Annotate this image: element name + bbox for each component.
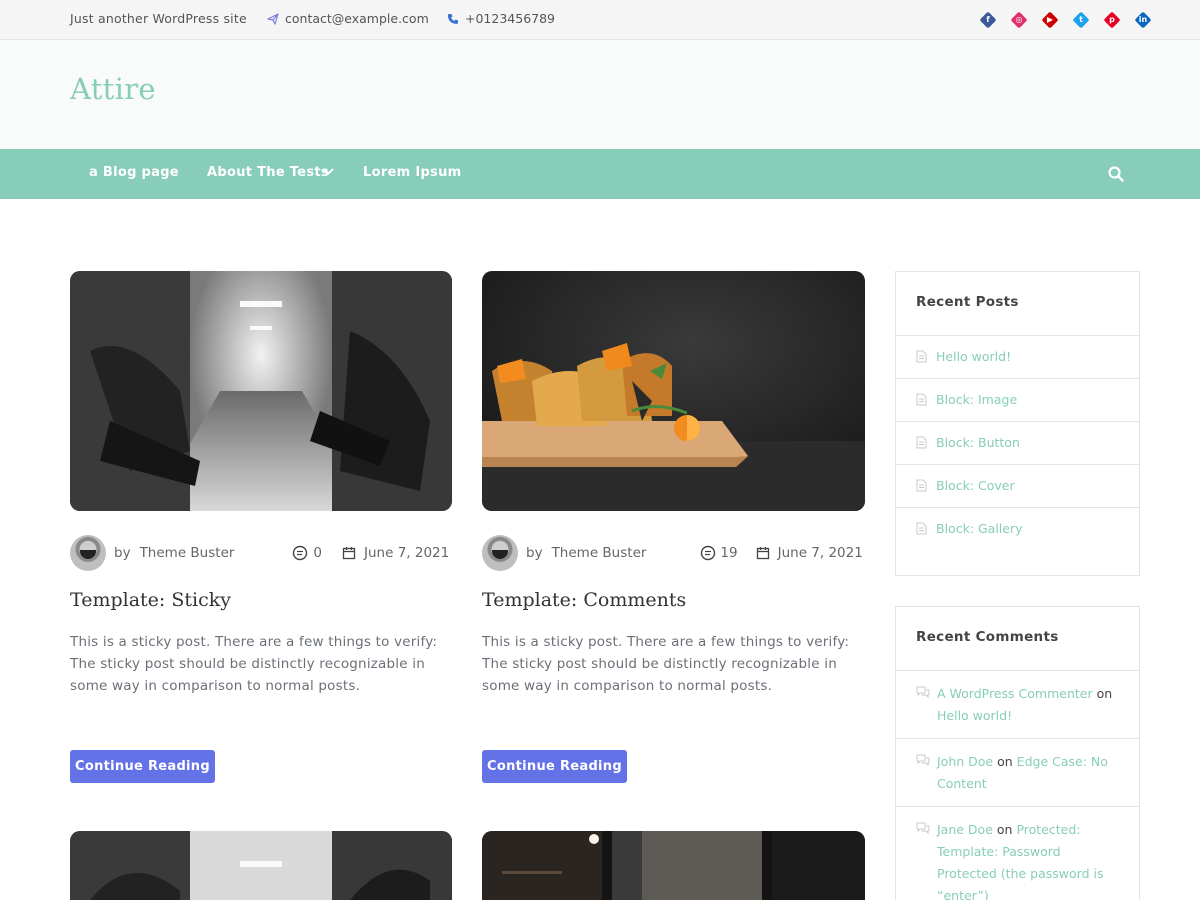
document-icon [916, 479, 927, 492]
list-item[interactable]: Block: Button [896, 422, 1139, 465]
continue-reading-button[interactable]: Continue Reading [482, 750, 627, 783]
twitter-icon[interactable]: t [1072, 11, 1090, 29]
continue-reading-button[interactable]: Continue Reading [70, 750, 215, 783]
list-item: A WordPress Commenter on Hello world! [896, 671, 1139, 739]
nav-item-blog-page[interactable]: a Blog page [89, 165, 179, 180]
comment-icon [293, 545, 308, 561]
document-icon [916, 436, 927, 449]
document-icon [916, 522, 927, 535]
facebook-icon[interactable]: f [979, 11, 997, 29]
nav-item-lorem-ipsum[interactable]: Lorem Ipsum [363, 165, 462, 180]
post-title[interactable]: Template: Comments [482, 589, 686, 611]
widget-title: Recent Posts [896, 272, 1139, 336]
author-link[interactable]: Theme Buster [140, 545, 235, 561]
contact-email-text: contact@example.com [285, 11, 429, 26]
site-header: Attire [0, 40, 1200, 149]
recent-posts-widget: Recent Posts Hello world! Block: Image B… [895, 271, 1140, 576]
comment-count[interactable]: 19 [720, 545, 737, 561]
nav-item-about-the-tests[interactable]: About The Tests [207, 165, 329, 180]
post-excerpt: This is a sticky post. There are a few t… [70, 634, 438, 694]
contact-phone-text: +0123456789 [465, 11, 556, 26]
post-date[interactable]: June 7, 2021 [778, 545, 863, 561]
widget-title: Recent Comments [896, 607, 1139, 671]
recent-post-link[interactable]: Block: Image [936, 392, 1017, 407]
instagram-icon[interactable]: ◎ [1010, 11, 1028, 29]
recent-post-link[interactable]: Block: Gallery [936, 521, 1023, 536]
post-thumbnail[interactable] [70, 831, 452, 900]
calendar-icon [342, 547, 356, 560]
chevron-down-icon[interactable] [323, 168, 334, 176]
site-logo[interactable]: Attire [70, 72, 156, 106]
list-item[interactable]: Block: Gallery [896, 508, 1139, 551]
document-icon [916, 393, 927, 406]
comment-count[interactable]: 0 [313, 545, 322, 561]
recent-post-link[interactable]: Block: Button [936, 435, 1020, 450]
author-prefix: by [526, 545, 543, 561]
author-link[interactable]: Theme Buster [552, 545, 647, 561]
comment-on-text: on [1096, 686, 1113, 701]
post-thumbnail[interactable] [482, 831, 865, 900]
comment-on-text: on [997, 754, 1013, 769]
list-item[interactable]: Hello world! [896, 336, 1139, 379]
main-nav: a Blog page About The Tests Lorem Ipsum [0, 149, 1200, 199]
list-item[interactable]: Block: Image [896, 379, 1139, 422]
pinterest-icon[interactable]: p [1103, 11, 1121, 29]
comment-icon [701, 545, 716, 561]
comment-author-link[interactable]: A WordPress Commenter [937, 686, 1093, 701]
post-thumbnail[interactable] [482, 271, 865, 511]
comment-on-text: on [996, 822, 1013, 837]
paper-plane-icon [267, 12, 279, 25]
author-prefix: by [114, 545, 131, 561]
post-excerpt: This is a sticky post. There are a few t… [482, 634, 850, 694]
post-meta: by Theme Buster 0 June 7, 2021 [70, 535, 452, 571]
comments-icon [916, 822, 930, 834]
comments-icon [916, 754, 930, 766]
recent-comments-widget: Recent Comments A WordPress Commenter on… [895, 606, 1140, 900]
linkedin-icon[interactable]: in [1134, 11, 1152, 29]
comment-author-link[interactable]: John Doe [937, 754, 993, 769]
recent-post-link[interactable]: Hello world! [936, 349, 1011, 364]
recent-post-link[interactable]: Block: Cover [936, 478, 1015, 493]
list-item[interactable]: Block: Cover [896, 465, 1139, 508]
contact-phone[interactable]: +0123456789 [447, 11, 555, 26]
list-item: Jane Doe on Protected: Template: Passwor… [896, 807, 1139, 900]
post-thumbnail[interactable] [70, 271, 452, 511]
post-title[interactable]: Template: Sticky [70, 589, 231, 611]
avatar[interactable] [482, 535, 518, 571]
site-tagline: Just another WordPress site [70, 11, 247, 26]
contact-email[interactable]: contact@example.com [267, 11, 429, 26]
comment-author-link[interactable]: Jane Doe [937, 822, 993, 837]
youtube-icon[interactable]: ▶ [1041, 11, 1059, 29]
list-item: John Doe on Edge Case: No Content [896, 739, 1139, 807]
document-icon [916, 350, 927, 363]
calendar-icon [756, 547, 769, 560]
comment-post-link[interactable]: Hello world! [937, 708, 1012, 723]
top-bar: Just another WordPress site contact@exam… [0, 0, 1200, 40]
post-meta: by Theme Buster 19 June 7, 2021 [482, 535, 865, 571]
avatar[interactable] [70, 535, 106, 571]
social-links: f ◎ ▶ t p in [979, 11, 1152, 29]
search-icon[interactable] [1107, 165, 1125, 183]
comments-icon [916, 686, 930, 698]
post-date[interactable]: June 7, 2021 [364, 545, 449, 561]
phone-icon [448, 13, 458, 24]
